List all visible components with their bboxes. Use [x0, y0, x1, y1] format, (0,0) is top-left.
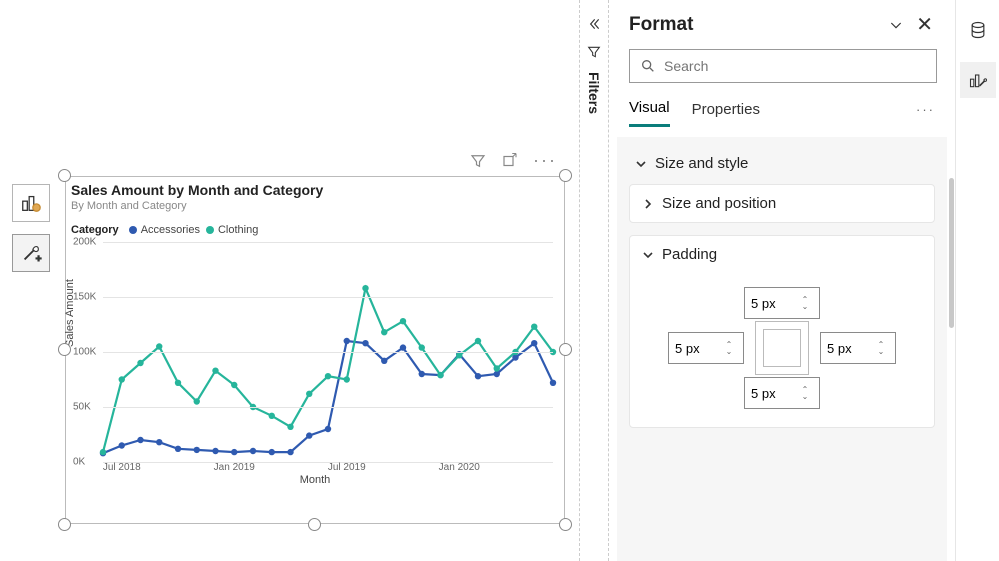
expand-filters-icon[interactable] [586, 16, 602, 32]
chart-plot-area: 0K50K100K150K200K [103, 242, 553, 462]
padding-bottom-input[interactable]: ⌃⌄ [744, 377, 820, 409]
line-chart-visual[interactable]: Sales Amount by Month and Category By Mo… [65, 176, 565, 524]
resize-handle-se[interactable] [559, 518, 572, 531]
data-pane-icon[interactable] [960, 12, 996, 48]
section-size-and-style[interactable]: Size and style [629, 151, 935, 184]
resize-handle-w[interactable] [58, 343, 71, 356]
filters-pane-collapsed[interactable]: Filters [579, 0, 609, 561]
filters-label: Filters [586, 72, 602, 114]
resize-handle-sw[interactable] [58, 518, 71, 531]
close-pane-icon[interactable]: ✕ [912, 12, 937, 37]
format-visual-button[interactable]: + [12, 234, 50, 272]
filters-funnel-icon [586, 44, 602, 60]
y-axis-label: Sales Amount [64, 279, 76, 347]
collapse-pane-icon[interactable] [888, 17, 904, 33]
format-tabs-more-icon[interactable]: ··· [916, 102, 935, 125]
chart-title: Sales Amount by Month and Category [71, 182, 559, 198]
tab-visual[interactable]: Visual [629, 99, 670, 127]
visual-more-icon[interactable]: ··· [533, 150, 557, 171]
filter-icon[interactable] [469, 152, 487, 170]
padding-left-input[interactable]: ⌃⌄ [668, 332, 744, 364]
section-padding[interactable]: Padding [630, 236, 934, 273]
format-search[interactable] [629, 49, 937, 83]
chart-subtitle: By Month and Category [71, 200, 559, 212]
tab-properties[interactable]: Properties [692, 101, 760, 126]
padding-top-input[interactable]: ⌃⌄ [744, 287, 820, 319]
search-icon [640, 58, 656, 74]
focus-mode-icon[interactable] [501, 152, 519, 170]
format-pane-icon[interactable] [960, 62, 996, 98]
resize-handle-ne[interactable] [559, 169, 572, 182]
resize-handle-nw[interactable] [58, 169, 71, 182]
svg-text:+: + [36, 254, 42, 264]
scrollbar-thumb[interactable] [949, 178, 954, 328]
padding-preview-box [755, 321, 809, 375]
report-canvas[interactable]: + ··· Sales Amount by Month and Category… [0, 0, 579, 561]
format-pane-title: Format [629, 14, 880, 36]
spin-down-icon[interactable]: ⌄ [795, 303, 815, 310]
chart-legend: Category Accessories Clothing [71, 224, 559, 236]
build-visual-button[interactable] [12, 184, 50, 222]
section-size-and-position[interactable]: Size and position [630, 185, 934, 222]
resize-handle-e[interactable] [559, 343, 572, 356]
format-search-input[interactable] [664, 58, 926, 74]
right-icon-rail [955, 0, 999, 561]
padding-right-input[interactable]: ⌃⌄ [820, 332, 896, 364]
resize-handle-s[interactable] [308, 518, 321, 531]
format-pane: Format ✕ Visual Properties ··· Size and … [609, 0, 955, 561]
